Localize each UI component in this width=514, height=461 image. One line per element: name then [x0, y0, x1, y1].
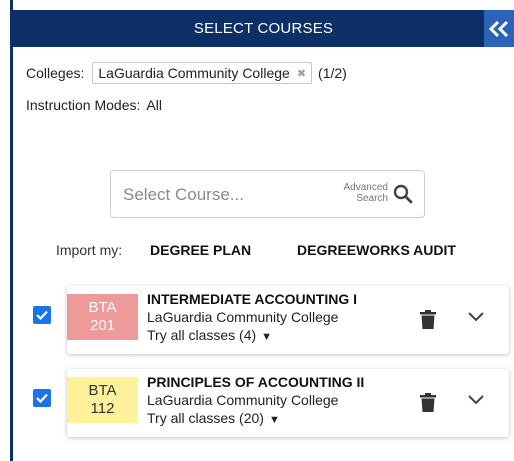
caret-down-icon: ▼ — [268, 414, 280, 426]
trash-icon[interactable] — [420, 393, 436, 412]
import-degreeworks-button[interactable]: DEGREEWORKS AUDIT — [297, 242, 456, 258]
try-classes-dropdown[interactable]: Try all classes (4) ▼ — [147, 326, 357, 346]
remove-chip-icon[interactable]: ✖ — [297, 67, 306, 80]
chevron-down-icon[interactable] — [467, 311, 485, 323]
course-title: PRINCIPLES OF ACCOUNTING II — [147, 374, 365, 390]
advanced-search-label-2: Search — [356, 193, 388, 204]
colleges-label: Colleges: — [26, 65, 85, 81]
advanced-search-link[interactable]: Advanced Search — [344, 182, 388, 204]
double-chevron-left-icon — [488, 20, 509, 37]
course-college: LaGuardia Community College — [147, 392, 339, 408]
course-number: 112 — [90, 400, 115, 417]
college-chip[interactable]: LaGuardia Community College ✖ — [92, 62, 313, 84]
course-card[interactable]: BTA 112 PRINCIPLES OF ACCOUNTING II LaGu… — [67, 369, 509, 437]
checkmark-icon — [36, 393, 48, 404]
caret-down-icon: ▼ — [261, 331, 273, 343]
course-checkbox[interactable] — [33, 306, 51, 324]
course-code-badge: BTA 112 — [67, 377, 138, 423]
import-row: Import my: DEGREE PLAN DEGREEWORKS AUDIT — [56, 242, 456, 258]
try-classes-label: Try all classes (20) — [147, 410, 264, 426]
course-subject: BTA — [88, 299, 117, 316]
college-count: (1/2) — [318, 65, 347, 81]
advanced-search-label-1: Advanced — [343, 182, 388, 193]
modes-label: Instruction Modes: — [26, 97, 141, 113]
checkmark-icon — [36, 310, 48, 321]
sidebar-edge — [0, 0, 13, 461]
course-info: INTERMEDIATE ACCOUNTING I LaGuardia Comm… — [147, 290, 357, 346]
chevron-down-icon[interactable] — [467, 394, 485, 406]
try-classes-dropdown[interactable]: Try all classes (20) ▼ — [147, 409, 364, 429]
search-placeholder: Select Course... — [123, 185, 244, 204]
course-college: LaGuardia Community College — [147, 309, 339, 325]
course-number: 201 — [89, 317, 116, 334]
try-classes-label: Try all classes (4) — [147, 327, 257, 343]
college-filter: Colleges: LaGuardia Community College ✖ … — [26, 62, 347, 84]
course-subject: BTA — [88, 382, 117, 399]
course-search-input[interactable]: Select Course... Advanced Search — [110, 170, 425, 218]
modes-value: All — [146, 97, 162, 113]
college-chip-label: LaGuardia Community College — [98, 65, 290, 81]
course-info: PRINCIPLES OF ACCOUNTING II LaGuardia Co… — [147, 373, 364, 429]
panel-header: SELECT COURSES — [13, 10, 514, 47]
trash-icon[interactable] — [420, 310, 436, 329]
collapse-panel-button[interactable] — [484, 10, 514, 47]
course-code-badge: BTA 201 — [67, 294, 138, 340]
course-checkbox[interactable] — [33, 389, 51, 407]
course-card[interactable]: BTA 201 INTERMEDIATE ACCOUNTING I LaGuar… — [67, 286, 509, 354]
panel-title: SELECT COURSES — [193, 20, 334, 37]
instruction-modes: Instruction Modes: All — [26, 97, 162, 113]
course-title: INTERMEDIATE ACCOUNTING I — [147, 291, 357, 307]
import-label: Import my: — [56, 242, 123, 258]
search-icon[interactable] — [393, 184, 413, 204]
import-degree-plan-button[interactable]: DEGREE PLAN — [150, 242, 251, 258]
